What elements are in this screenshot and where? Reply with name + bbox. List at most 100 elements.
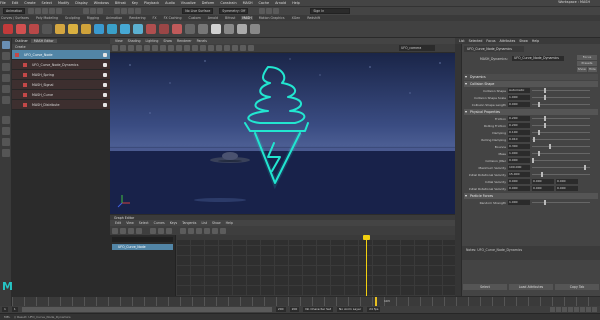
shelf-tab-bifrost[interactable]: Bifrost bbox=[224, 16, 236, 20]
viewport-menu-shading[interactable]: Shading bbox=[128, 39, 141, 43]
workspace-dropdown[interactable]: Workspace : MASH bbox=[558, 0, 590, 4]
ae-attr-slider-handle[interactable] bbox=[543, 95, 546, 100]
menu-modify[interactable]: Modify bbox=[58, 1, 69, 5]
ae-attr-slider-handle[interactable] bbox=[543, 200, 546, 205]
ae-attr-slider[interactable] bbox=[532, 95, 590, 100]
select-by-object-icon[interactable] bbox=[90, 8, 97, 14]
menu-cache[interactable]: Cache bbox=[259, 1, 270, 5]
smooth-shade-icon[interactable] bbox=[184, 45, 190, 51]
snap-grid-icon[interactable] bbox=[114, 8, 121, 14]
move-tool-icon[interactable] bbox=[2, 74, 10, 82]
anti-aliasing-icon[interactable] bbox=[232, 45, 238, 51]
graph-menu-show[interactable]: Show bbox=[212, 221, 221, 225]
ae-attr-slider-handle[interactable] bbox=[584, 165, 587, 170]
shelf-tab-arnold[interactable]: Arnold bbox=[207, 16, 219, 20]
shelf-python-icon[interactable] bbox=[224, 24, 234, 34]
shelf-color-icon[interactable] bbox=[159, 24, 169, 34]
focus-button[interactable]: Focus bbox=[577, 55, 597, 60]
scale-tool-icon[interactable] bbox=[2, 96, 10, 104]
go-to-start-icon[interactable] bbox=[550, 307, 555, 312]
character-set-dropdown[interactable]: No Character Set bbox=[303, 307, 334, 312]
shelf-tab-xgen[interactable]: XGen bbox=[291, 16, 302, 20]
viewport-menu-panels[interactable]: Panels bbox=[197, 39, 207, 43]
textured-icon[interactable] bbox=[192, 45, 198, 51]
shelf-orient-icon[interactable] bbox=[250, 24, 260, 34]
ae-attr-field[interactable]: 0.200 bbox=[508, 116, 530, 121]
ae-attr-slider[interactable] bbox=[532, 130, 590, 135]
ae-attr-slider[interactable] bbox=[532, 116, 590, 121]
viewport-menu-renderer[interactable]: Renderer bbox=[177, 39, 192, 43]
tab-outliner[interactable]: Outliner bbox=[12, 39, 31, 43]
outliner-item[interactable]: MASH_Spring bbox=[12, 70, 110, 80]
graph-menu-keys[interactable]: Keys bbox=[170, 221, 177, 225]
frame-selection-icon[interactable] bbox=[158, 227, 164, 234]
redo-icon[interactable] bbox=[56, 8, 63, 14]
shelf-tab-custom[interactable]: Custom bbox=[187, 16, 201, 20]
ae-attr-field[interactable]: 1.000 bbox=[508, 151, 530, 156]
visibility-toggle-icon[interactable] bbox=[103, 93, 107, 97]
lights-icon[interactable] bbox=[200, 45, 206, 51]
play-forwards-icon[interactable] bbox=[574, 307, 579, 312]
snap-point-icon[interactable] bbox=[128, 8, 135, 14]
graph-menu-tangents[interactable]: Tangents bbox=[182, 221, 196, 225]
range-slider[interactable] bbox=[21, 307, 272, 312]
camera-dropdown[interactable]: UFO_camera bbox=[399, 45, 435, 51]
grid-icon[interactable] bbox=[144, 45, 150, 51]
ae-attr-slider-handle[interactable] bbox=[540, 172, 543, 177]
undo-icon[interactable] bbox=[49, 8, 56, 14]
menu-display[interactable]: Display bbox=[75, 1, 88, 5]
rotate-tool-icon[interactable] bbox=[2, 85, 10, 93]
persp-graph-layout-icon[interactable] bbox=[2, 138, 10, 146]
shelf-audio-icon[interactable] bbox=[211, 24, 221, 34]
viewport-menu-lighting[interactable]: Lighting bbox=[146, 39, 159, 43]
shelf-tab-animation[interactable]: Animation bbox=[105, 16, 123, 20]
ae-attr-slider-handle[interactable] bbox=[537, 102, 540, 107]
visibility-toggle-icon[interactable] bbox=[103, 103, 107, 107]
shelf-world-icon[interactable] bbox=[185, 24, 195, 34]
menu-edit[interactable]: Edit bbox=[12, 1, 19, 5]
ae-attr-slider-handle[interactable] bbox=[543, 116, 546, 121]
graph-menu-view[interactable]: View bbox=[126, 221, 134, 225]
shelf-tab-rigging[interactable]: Rigging bbox=[86, 16, 100, 20]
visibility-toggle-icon[interactable] bbox=[103, 83, 107, 87]
hide-button[interactable]: Hide bbox=[587, 66, 597, 72]
shelf-tab-curves-surfaces[interactable]: Curves / Surfaces bbox=[0, 16, 30, 20]
menu-visualize[interactable]: Visualize bbox=[181, 1, 196, 5]
ae-attr-slider[interactable] bbox=[532, 200, 590, 205]
shelf-spring-icon[interactable] bbox=[133, 24, 143, 34]
anim-end-field[interactable]: 200 bbox=[289, 307, 300, 312]
single-perspective-layout-icon[interactable] bbox=[2, 116, 10, 124]
ae-attr-slider[interactable] bbox=[532, 165, 590, 170]
shelf-curve-icon[interactable] bbox=[120, 24, 130, 34]
outliner-item[interactable]: UFO_Curve_Node bbox=[12, 50, 110, 60]
shelf-merge-icon[interactable] bbox=[198, 24, 208, 34]
ae-attr-field[interactable]: 15.000 bbox=[508, 172, 530, 177]
ae-attr-field[interactable]: 0.000 bbox=[508, 186, 530, 191]
go-to-end-icon[interactable] bbox=[592, 307, 597, 312]
ae-menu-focus[interactable]: Focus bbox=[486, 39, 495, 43]
menu-create[interactable]: Create bbox=[24, 1, 35, 5]
render-frame-icon[interactable] bbox=[259, 8, 266, 14]
ae-attr-field-z[interactable]: 0.000 bbox=[556, 179, 578, 184]
shadows-icon[interactable] bbox=[208, 45, 214, 51]
menu-deform[interactable]: Deform bbox=[202, 1, 215, 5]
ae-notes[interactable]: Notes: UFO_Curve_Node_Dynamics bbox=[462, 246, 600, 260]
shelf-time-icon[interactable] bbox=[146, 24, 156, 34]
menu-help[interactable]: Help bbox=[292, 1, 300, 5]
play-backwards-icon[interactable] bbox=[568, 307, 573, 312]
command-language-label[interactable]: MEL bbox=[4, 315, 10, 319]
move-keys-icon[interactable] bbox=[112, 227, 118, 234]
graph-menu-curves[interactable]: Curves bbox=[154, 221, 165, 225]
graph-editor-playhead[interactable] bbox=[366, 235, 367, 296]
gate-mask-icon[interactable] bbox=[168, 45, 174, 51]
step-back-key-icon[interactable] bbox=[556, 307, 561, 312]
anim-layer-dropdown[interactable]: No Anim Layer bbox=[337, 307, 364, 312]
ae-attr-field[interactable]: Automatic bbox=[508, 88, 530, 93]
lasso-tool-icon[interactable] bbox=[2, 52, 10, 60]
new-scene-icon[interactable] bbox=[28, 8, 35, 14]
shelf-tab-motion-graphics[interactable]: Motion Graphics bbox=[258, 16, 286, 20]
graph-editor-graph-area[interactable] bbox=[176, 235, 455, 296]
xray-icon[interactable] bbox=[248, 45, 254, 51]
ae-attr-slider[interactable] bbox=[532, 172, 590, 177]
persp-outliner-layout-icon[interactable] bbox=[2, 149, 10, 157]
